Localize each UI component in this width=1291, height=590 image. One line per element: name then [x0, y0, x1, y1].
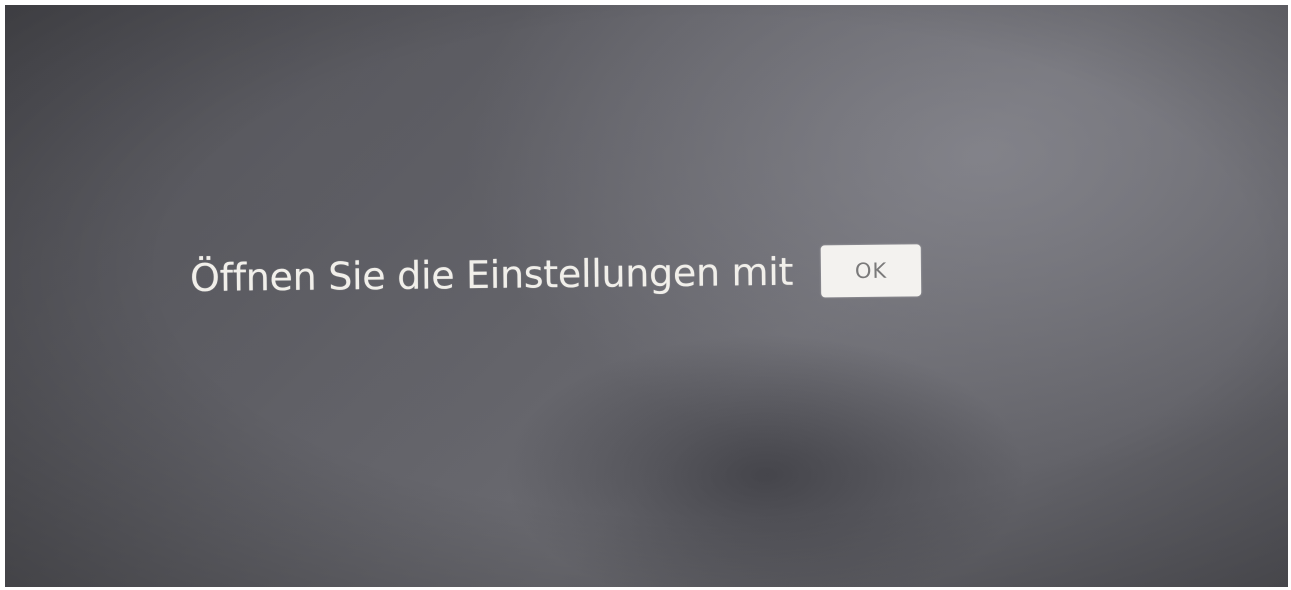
tv-screen: Öffnen Sie die Einstellungen mit OK — [5, 5, 1288, 587]
settings-prompt: Öffnen Sie die Einstellungen mit OK — [190, 244, 922, 304]
prompt-text: Öffnen Sie die Einstellungen mit — [189, 249, 794, 300]
ok-key-icon: OK — [820, 244, 922, 298]
